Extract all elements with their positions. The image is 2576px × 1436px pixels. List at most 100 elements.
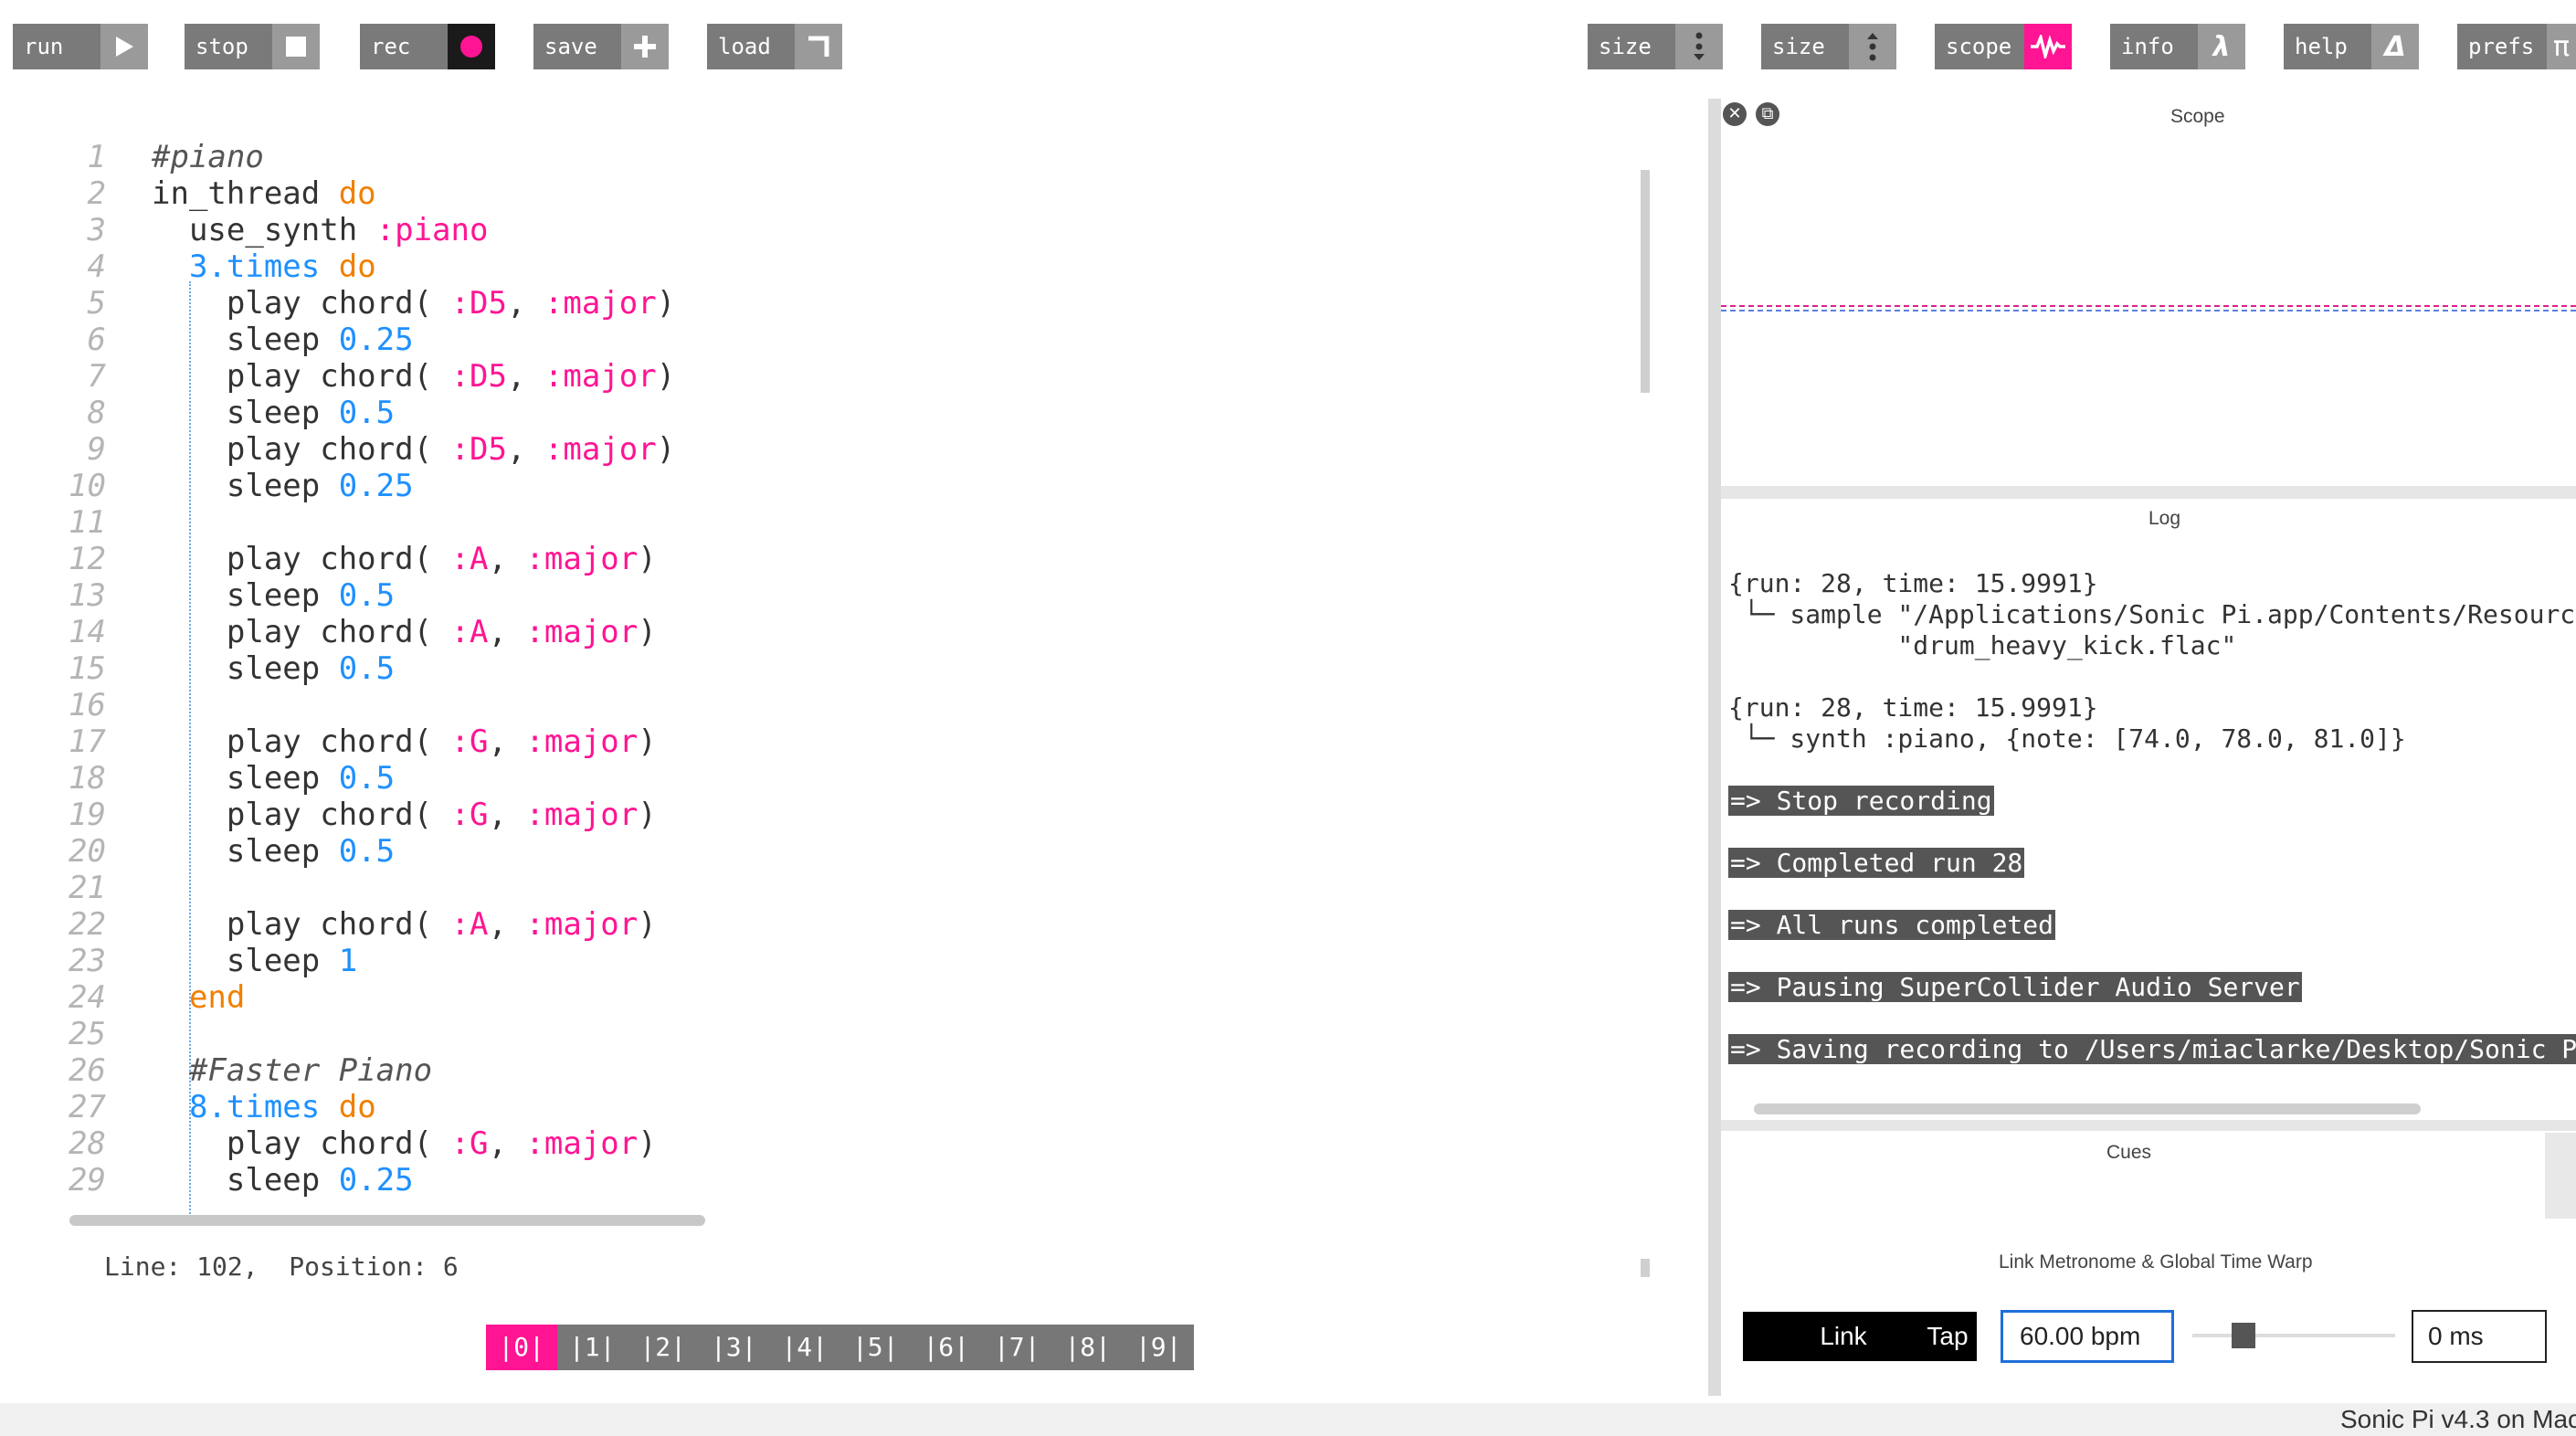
cues-scrollbar[interactable] [2545,1133,2576,1219]
line-number: 1 [87,139,106,175]
line-number: 22 [69,906,106,943]
prefs-button[interactable]: prefs π [2457,24,2576,69]
code-line[interactable]: #Faster Piano [152,1052,432,1089]
time-warp-slider-handle[interactable] [2231,1323,2255,1348]
link-button[interactable]: Link [1743,1312,1944,1361]
code-line[interactable]: play chord( :A, :major) [152,541,657,577]
line-number: 7 [87,358,106,395]
code-line[interactable]: play chord( :G, :major) [152,797,657,833]
line-number: 26 [69,1052,106,1089]
help-button[interactable]: help Δ [2284,24,2419,69]
code-line[interactable]: play chord( :D5, :major) [152,431,675,468]
save-button[interactable]: save [533,24,669,69]
line-number: 16 [69,687,106,723]
size-up-button[interactable]: size [1761,24,1896,69]
log-message: => All runs completed [1728,910,2056,940]
log-title: Log [2148,508,2181,529]
time-warp-input[interactable] [2412,1310,2547,1363]
log-line: {run: 28, time: 15.9991} [1728,692,2098,723]
code-line[interactable]: 3.times do [152,248,376,285]
buffer-tab-5[interactable]: |5| [840,1325,912,1370]
record-dot-icon [448,24,495,69]
line-number: 8 [87,395,106,431]
code-line[interactable]: sleep 0.5 [152,833,395,870]
lambda-icon: λ [2198,24,2245,69]
load-button[interactable]: load [707,24,842,69]
code-line[interactable]: sleep 0.5 [152,760,395,797]
buffer-tab-8[interactable]: |8| [1052,1325,1124,1370]
rec-button[interactable]: rec [360,24,495,69]
code-line[interactable]: play chord( :G, :major) [152,1125,657,1162]
buffer-tab-3[interactable]: |3| [699,1325,770,1370]
cursor-status: Line: 102, Position: 6 [104,1251,459,1282]
size-up-icon [1849,24,1896,69]
line-number: 24 [69,979,106,1016]
code-line[interactable]: play chord( :G, :major) [152,723,657,760]
pane-divider[interactable] [1708,99,1721,1396]
buffer-tab-6[interactable]: |6| [911,1325,982,1370]
buffer-tab-4[interactable]: |4| [769,1325,840,1370]
tap-button[interactable]: Tap [1918,1312,1977,1361]
code-line[interactable]: play chord( :A, :major) [152,906,657,943]
line-number: 6 [87,322,106,358]
editor-horizontal-scrollbar[interactable] [69,1215,705,1226]
code-line[interactable]: 8.times do [152,1089,376,1125]
info-label: info [2110,24,2198,69]
info-button[interactable]: info λ [2110,24,2245,69]
line-number: 5 [87,285,106,322]
line-number: 13 [69,577,106,614]
size-down-button[interactable]: size [1588,24,1723,69]
load-corner-icon [795,24,842,69]
code-editor[interactable]: 1 #piano 2 in_thread do 3 use_synth :piano 4 … [0,128,1699,1215]
line-number: 10 [69,468,106,504]
line-number: 4 [87,248,106,285]
code-line[interactable]: sleep 0.25 [152,1162,414,1198]
waveform-icon [2024,24,2072,69]
buffer-tab-9[interactable]: |9| [1124,1325,1195,1370]
line-number: 19 [69,797,106,833]
buffer-tab-7[interactable]: |7| [982,1325,1053,1370]
code-line[interactable]: sleep 0.5 [152,577,395,614]
code-line[interactable]: play chord( :D5, :major) [152,358,675,395]
rec-label: rec [360,24,448,69]
save-label: save [533,24,621,69]
log-message: => Saving recording to /Users/miaclarke/… [1728,1034,2576,1064]
code-line[interactable]: in_thread do [152,175,376,212]
stop-button[interactable]: stop [185,24,320,69]
version-label: Sonic Pi v4.3 on Mac [2340,1405,2576,1433]
size-down-icon [1675,24,1723,69]
editor-vertical-scrollbar[interactable] [1641,170,1650,393]
code-line[interactable]: sleep 0.25 [152,322,414,358]
size-up-label: size [1761,24,1849,69]
log-line: "drum_heavy_kick.flac" [1728,630,2237,660]
code-line[interactable]: use_synth :piano [152,212,489,248]
buffer-tab-0[interactable]: |0| [486,1325,557,1370]
line-number: 18 [69,760,106,797]
size-down-label: size [1588,24,1675,69]
log-line: └─ sample "/Applications/Sonic Pi.app/Co… [1728,599,2576,629]
code-line[interactable]: sleep 0.5 [152,650,395,687]
float-window-icon[interactable]: ⧉ [1756,102,1779,126]
pane-splitter[interactable] [1721,486,2576,499]
bpm-input[interactable] [2001,1310,2174,1363]
pane-splitter[interactable] [1721,1120,2576,1131]
close-icon[interactable]: ✕ [1723,102,1747,126]
time-warp-slider[interactable] [2192,1334,2395,1337]
buffer-tab-1[interactable]: |1| [557,1325,628,1370]
buffer-tab-2[interactable]: |2| [628,1325,699,1370]
play-icon [100,24,148,69]
run-button[interactable]: run [13,24,148,69]
code-line[interactable]: sleep 1 [152,943,357,979]
scope-button[interactable]: scope [1935,24,2072,69]
code-line[interactable]: play chord( :A, :major) [152,614,657,650]
code-line[interactable]: sleep 0.25 [152,468,414,504]
code-line[interactable]: play chord( :D5, :major) [152,285,675,322]
log-panel: Log {run: 28, time: 15.9991} └─ sample "… [1721,499,2576,1120]
line-number: 21 [69,870,106,906]
code-line[interactable]: end [152,979,245,1016]
line-number: 15 [69,650,106,687]
log-horizontal-scrollbar[interactable] [1754,1103,2421,1114]
line-number: 11 [69,504,106,541]
code-line[interactable]: #piano [152,139,264,175]
code-line[interactable]: sleep 0.5 [152,395,395,431]
